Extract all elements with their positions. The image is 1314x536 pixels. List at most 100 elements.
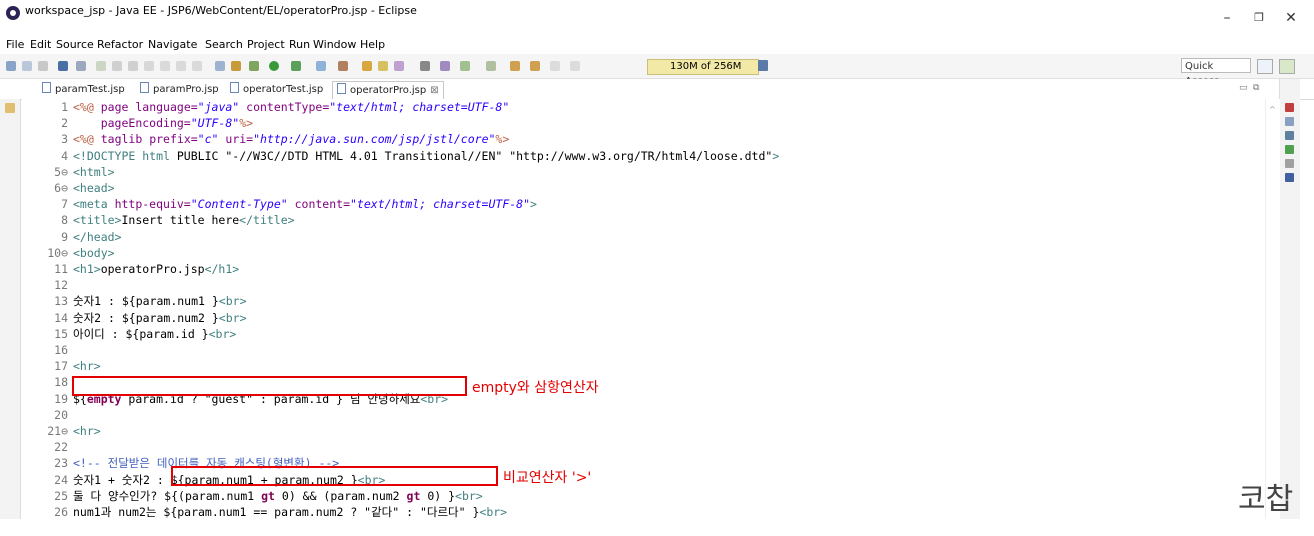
menu-search[interactable]: Search [205, 38, 243, 51]
tab-operatorpro[interactable]: operatorPro.jsp ⊠ [332, 81, 444, 99]
open-task-icon[interactable] [378, 61, 388, 71]
tab-operatortest[interactable]: operatorTest.jsp [230, 81, 323, 98]
project-explorer-icon[interactable] [5, 103, 15, 113]
nav-forward-icon[interactable] [570, 61, 580, 71]
scroll-up-icon[interactable]: ^ [1269, 105, 1276, 114]
perspective-open-icon[interactable] [1257, 59, 1273, 74]
nav-back-icon[interactable] [550, 61, 560, 71]
line-number: 10⊖ [47, 245, 68, 260]
line-number: 13 [54, 294, 68, 309]
open-type-icon[interactable] [362, 61, 372, 71]
tab-paramtest[interactable]: paramTest.jsp [42, 81, 125, 98]
heap-status: 130M of 256M [647, 59, 759, 75]
tab-label: paramTest.jsp [55, 84, 125, 95]
code-text: <html> [73, 164, 115, 179]
java-ee-perspective-icon[interactable] [1279, 59, 1295, 74]
menu-file[interactable]: File [6, 38, 24, 51]
line-number: 8 [61, 213, 68, 228]
code-text: 아이디 : ${param.id }<br> [73, 326, 237, 341]
java-ee-icon[interactable] [231, 61, 241, 71]
back-icon[interactable] [510, 61, 520, 71]
minimize-button[interactable]: – [1212, 8, 1242, 28]
code-text: <title>Insert title here</title> [73, 213, 295, 228]
forward-icon[interactable] [530, 61, 540, 71]
line-number: 5⊖ [54, 164, 68, 179]
debug-icon[interactable] [249, 61, 259, 71]
terminal-icon[interactable] [58, 61, 68, 71]
tab-label: operatorTest.jsp [243, 84, 324, 95]
menu-refactor[interactable]: Refactor [97, 38, 143, 51]
close-button[interactable]: ✕ [1276, 8, 1306, 28]
maximize-button[interactable]: ❐ [1244, 8, 1274, 28]
line-number: 3 [61, 132, 68, 147]
line-number: 19 [54, 391, 68, 406]
markers-icon[interactable] [1285, 131, 1294, 140]
code-text: <meta http-equiv="Content-Type" content=… [73, 197, 537, 212]
tab-parampro[interactable]: paramPro.jsp [140, 81, 219, 98]
highlight-box-comparison [171, 466, 498, 486]
suspend-icon[interactable] [112, 61, 122, 71]
menu-navigate[interactable]: Navigate [148, 38, 197, 51]
highlight-box-empty-ternary [72, 376, 467, 396]
task-list-icon[interactable] [1285, 117, 1294, 126]
jsp-file-icon [140, 82, 149, 93]
garbage-collect-icon[interactable] [758, 60, 768, 71]
line-number: 4 [61, 148, 68, 163]
watermark: 코찹 [1238, 482, 1294, 517]
step-return-icon[interactable] [192, 61, 202, 71]
menu-window[interactable]: Window [313, 38, 356, 51]
menu-project[interactable]: Project [247, 38, 285, 51]
next-annotation-icon[interactable] [420, 61, 430, 71]
new-class-icon[interactable] [338, 61, 348, 71]
jsp-file-icon [337, 83, 346, 94]
menu-help[interactable]: Help [360, 38, 385, 51]
code-editor[interactable]: 1 <%@ page language="java" contentType="t… [22, 99, 1265, 535]
tab-label: operatorPro.jsp [350, 85, 427, 96]
toggle-mark-icon[interactable] [440, 61, 450, 71]
annotation-empty-ternary: empty와 삼항연산자 [472, 380, 599, 396]
resume-icon[interactable] [96, 61, 106, 71]
line-number: 6⊖ [54, 181, 68, 195]
quick-access-field[interactable]: Quick Access [1181, 58, 1251, 87]
minimize-editor-icon[interactable]: ▭ [1239, 83, 1248, 93]
main-toolbar: 130M of 256M Quick Access [0, 54, 1314, 87]
terminate-icon[interactable] [128, 61, 138, 71]
run-icon[interactable] [269, 61, 279, 71]
eclipse-icon [6, 6, 20, 20]
disconnect-icon[interactable] [144, 61, 154, 71]
run-external-icon[interactable] [291, 61, 301, 71]
server-icon[interactable] [215, 61, 225, 71]
line-number: 14 [54, 310, 68, 325]
maximize-editor-icon[interactable]: ⧉ [1253, 83, 1259, 93]
code-text: <hr> [73, 424, 101, 438]
properties-icon[interactable] [1285, 145, 1294, 154]
next-edit-icon[interactable] [486, 61, 496, 71]
new-icon[interactable] [6, 61, 16, 71]
line-number: 21⊖ [47, 424, 68, 438]
line-number: 20 [54, 407, 68, 422]
save-icon[interactable] [22, 61, 32, 71]
line-number: 16 [54, 343, 68, 357]
tab-close-icon[interactable]: ⊠ [430, 85, 438, 96]
search-icon[interactable] [394, 61, 404, 71]
title-bar: workspace_jsp - Java EE - JSP6/WebConten… [0, 0, 1314, 36]
outline-icon[interactable] [1285, 103, 1294, 112]
menu-edit[interactable]: Edit [30, 38, 51, 51]
previous-edit-icon[interactable] [460, 61, 470, 71]
code-text: <head> [73, 181, 115, 195]
vertical-scrollbar[interactable]: ^ [1265, 99, 1280, 519]
console-icon[interactable] [1285, 173, 1294, 182]
new-server-icon[interactable] [316, 61, 326, 71]
jsp-file-icon [42, 82, 51, 93]
annotation-comparison: 비교연산자 '>' [503, 470, 592, 486]
step-into-icon[interactable] [160, 61, 170, 71]
code-text: <!DOCTYPE html PUBLIC "-//W3C//DTD HTML … [73, 148, 780, 163]
servers-icon[interactable] [1285, 159, 1294, 168]
line-number: 23 [54, 456, 68, 471]
save-all-icon[interactable] [38, 61, 48, 71]
right-trim-stack [1279, 79, 1300, 519]
step-over-icon[interactable] [176, 61, 186, 71]
skip-breakpoints-icon[interactable] [76, 61, 86, 71]
menu-source[interactable]: Source [56, 38, 94, 51]
menu-run[interactable]: Run [289, 38, 310, 51]
